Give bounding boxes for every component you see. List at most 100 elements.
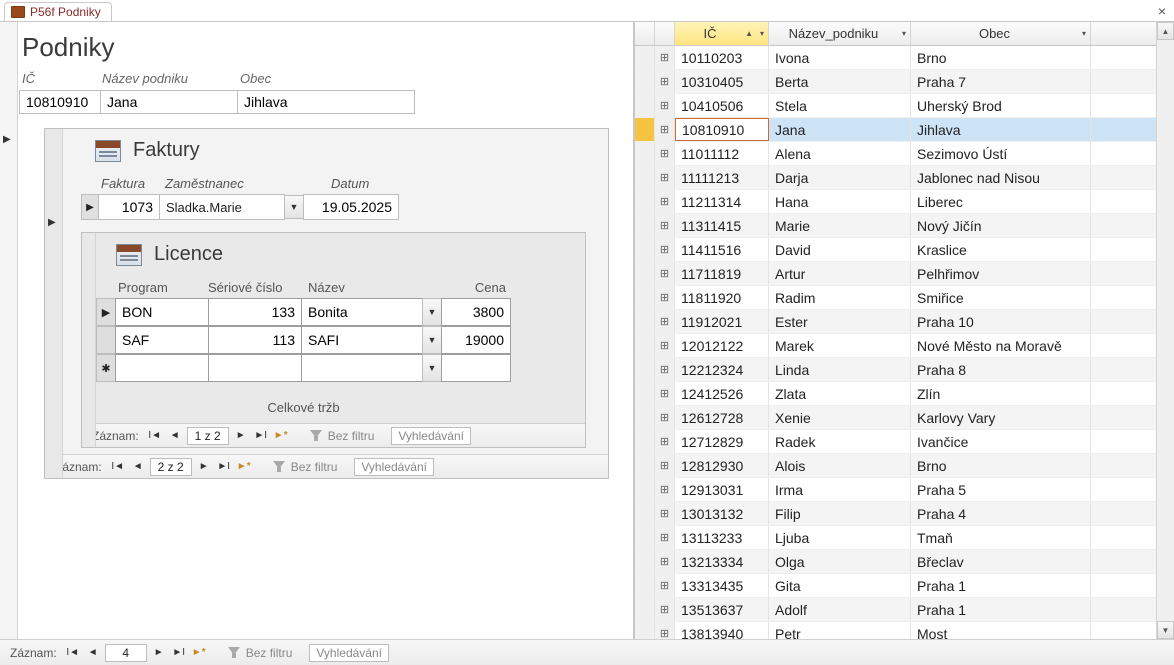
cell-nazev[interactable]: Adolf	[769, 598, 911, 621]
table-row[interactable]: ⊞11411516DavidKraslice	[635, 238, 1156, 262]
expand-icon[interactable]: ⊞	[655, 622, 675, 639]
search-input[interactable]: Vyhledávání	[354, 458, 434, 476]
cell-ic[interactable]: 12712829	[675, 430, 769, 453]
cena-field[interactable]	[441, 326, 511, 354]
cell-nazev[interactable]: David	[769, 238, 911, 261]
row-selector[interactable]	[635, 598, 655, 621]
cell-nazev[interactable]: Ljuba	[769, 526, 911, 549]
faktura-field[interactable]	[98, 194, 160, 220]
nav-prev-button[interactable]: ◄	[128, 457, 148, 477]
row-selector[interactable]	[635, 622, 655, 639]
expand-icon[interactable]: ⊞	[655, 502, 675, 525]
cell-nazev[interactable]: Berta	[769, 70, 911, 93]
cell-obec[interactable]: Zlín	[911, 382, 1091, 405]
expand-icon[interactable]: ⊞	[655, 310, 675, 333]
vertical-scrollbar[interactable]: ▲ ▼	[1156, 22, 1174, 639]
cell-nazev[interactable]: Jana	[769, 118, 911, 141]
program-field[interactable]	[115, 326, 209, 354]
row-selector[interactable]	[635, 70, 655, 93]
cell-obec[interactable]: Brno	[911, 46, 1091, 69]
row-selector[interactable]	[635, 382, 655, 405]
chevron-down-icon[interactable]: ▼	[422, 298, 442, 326]
cell-nazev[interactable]: Radek	[769, 430, 911, 453]
row-selector[interactable]	[635, 214, 655, 237]
cell-ic[interactable]: 10410506	[675, 94, 769, 117]
cell-ic[interactable]: 11111213	[675, 166, 769, 189]
expand-icon[interactable]: ⊞	[655, 574, 675, 597]
table-row[interactable]: ⊞11811920RadimSmiřice	[635, 286, 1156, 310]
program-field[interactable]	[115, 298, 209, 326]
table-row[interactable]: ⊞12012122MarekNové Město na Moravě	[635, 334, 1156, 358]
nav-next-button[interactable]: ►	[194, 457, 214, 477]
cell-obec[interactable]: Praha 4	[911, 502, 1091, 525]
table-row[interactable]: ⊞13113233LjubaTmaň	[635, 526, 1156, 550]
cell-nazev[interactable]: Zlata	[769, 382, 911, 405]
cell-obec[interactable]: Ivančice	[911, 430, 1091, 453]
zamestnanec-select[interactable]: Sladka.Marie	[159, 194, 285, 220]
cell-obec[interactable]: Praha 1	[911, 574, 1091, 597]
chevron-down-icon[interactable]: ▼	[284, 195, 304, 219]
cell-ic[interactable]: 11411516	[675, 238, 769, 261]
row-selector[interactable]	[635, 238, 655, 261]
table-row[interactable]: ⊞12712829RadekIvančice	[635, 430, 1156, 454]
serial-field[interactable]	[208, 326, 302, 354]
expand-icon[interactable]: ⊞	[655, 94, 675, 117]
cell-nazev[interactable]: Olga	[769, 550, 911, 573]
row-marker[interactable]: ▶	[81, 194, 99, 220]
table-row[interactable]: ⊞10110203IvonaBrno	[635, 46, 1156, 70]
cell-ic[interactable]: 11912021	[675, 310, 769, 333]
expand-icon[interactable]: ⊞	[655, 70, 675, 93]
nav-new-button[interactable]: ►*	[271, 426, 291, 446]
table-row[interactable]: ⊞12612728XenieKarlovy Vary	[635, 406, 1156, 430]
expand-icon[interactable]: ⊞	[655, 214, 675, 237]
row-selector[interactable]	[635, 454, 655, 477]
cell-nazev[interactable]: Ivona	[769, 46, 911, 69]
cell-ic[interactable]: 11211314	[675, 190, 769, 213]
table-row[interactable]: ⊞11111213DarjaJablonec nad Nisou	[635, 166, 1156, 190]
cell-nazev[interactable]: Radim	[769, 286, 911, 309]
cell-nazev[interactable]: Xenie	[769, 406, 911, 429]
row-selector[interactable]	[635, 310, 655, 333]
cell-obec[interactable]: Nový Jičín	[911, 214, 1091, 237]
nav-prev-button[interactable]: ◄	[165, 426, 185, 446]
table-row[interactable]: ⊞10410506StelaUherský Brod	[635, 94, 1156, 118]
row-selector[interactable]	[635, 190, 655, 213]
nav-new-button[interactable]: ►*	[189, 643, 209, 663]
cell-ic[interactable]: 11711819	[675, 262, 769, 285]
column-header-obec[interactable]: Obec ▾	[911, 22, 1091, 45]
cell-obec[interactable]: Karlovy Vary	[911, 406, 1091, 429]
cell-ic[interactable]: 12612728	[675, 406, 769, 429]
expand-icon[interactable]: ⊞	[655, 334, 675, 357]
table-row[interactable]: ⊞12412526ZlataZlín	[635, 382, 1156, 406]
table-row[interactable]: ⊞13213334OlgaBřeclav	[635, 550, 1156, 574]
cell-ic[interactable]: 10810910	[675, 118, 769, 141]
cell-nazev[interactable]: Ester	[769, 310, 911, 333]
cell-nazev[interactable]: Petr	[769, 622, 911, 639]
record-selector[interactable]: ▶	[0, 22, 18, 639]
cell-nazev[interactable]: Stela	[769, 94, 911, 117]
filter-button[interactable]: Bez filtru	[301, 426, 384, 446]
row-selector[interactable]	[635, 526, 655, 549]
cell-obec[interactable]: Sezimovo Ústí	[911, 142, 1091, 165]
expand-icon[interactable]: ⊞	[655, 118, 675, 141]
row-selector[interactable]	[635, 46, 655, 69]
expand-icon[interactable]: ⊞	[655, 166, 675, 189]
cell-ic[interactable]: 13113233	[675, 526, 769, 549]
cell-ic[interactable]: 12012122	[675, 334, 769, 357]
faktury-record-selector[interactable]: ▶	[45, 129, 63, 478]
serial-field[interactable]	[208, 354, 302, 382]
cell-ic[interactable]: 13213334	[675, 550, 769, 573]
nav-new-button[interactable]: ►*	[234, 457, 254, 477]
cell-nazev[interactable]: Alena	[769, 142, 911, 165]
cell-nazev[interactable]: Gita	[769, 574, 911, 597]
cell-obec[interactable]: Tmaň	[911, 526, 1091, 549]
cell-obec[interactable]: Praha 5	[911, 478, 1091, 501]
scroll-down-button[interactable]: ▼	[1157, 621, 1174, 639]
nav-last-button[interactable]: ►I	[214, 457, 234, 477]
cell-obec[interactable]: Jihlava	[911, 118, 1091, 141]
expand-icon[interactable]: ⊞	[655, 142, 675, 165]
cell-ic[interactable]: 13313435	[675, 574, 769, 597]
table-row[interactable]: ⊞12913031IrmaPraha 5	[635, 478, 1156, 502]
cell-ic[interactable]: 12913031	[675, 478, 769, 501]
expand-icon[interactable]: ⊞	[655, 454, 675, 477]
